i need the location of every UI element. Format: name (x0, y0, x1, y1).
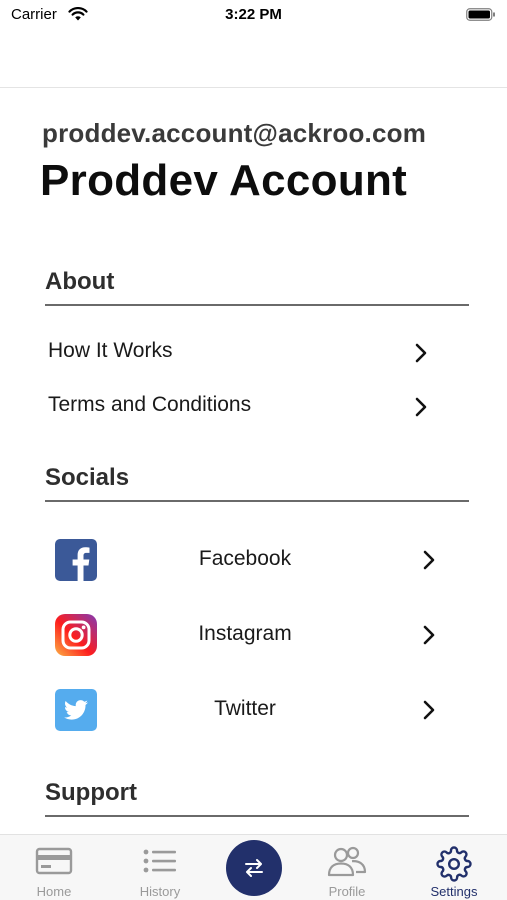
section-header-support: Support (45, 777, 469, 817)
facebook-row[interactable]: Facebook (45, 531, 445, 589)
chevron-right-icon (423, 700, 435, 720)
transfer-button[interactable] (226, 840, 282, 896)
status-bar: Carrier 3:22 PM (0, 0, 507, 30)
terms-and-conditions-label: Terms and Conditions (48, 393, 252, 416)
section-title-socials: Socials (45, 464, 130, 491)
how-it-works-label: How It Works (48, 339, 173, 362)
chevron-right-icon (423, 550, 435, 570)
instagram-label: Instagram (198, 622, 292, 645)
section-title-support: Support (45, 779, 137, 806)
twitter-label: Twitter (214, 697, 276, 720)
gear-icon (436, 846, 472, 882)
instagram-row[interactable]: Instagram (45, 606, 445, 664)
twitter-row[interactable]: Twitter (45, 681, 445, 739)
section-header-about: About (45, 266, 469, 306)
instagram-logo-icon (55, 614, 97, 656)
section-title-about: About (45, 268, 115, 295)
tab-history-label: History (139, 884, 181, 899)
card-icon (35, 847, 73, 875)
account-email: proddev.account@ackroo.com (42, 118, 427, 148)
account-name: Proddev Account (40, 156, 408, 205)
chevron-right-icon (415, 343, 427, 363)
battery-icon (466, 8, 495, 21)
tab-settings-label: Settings (430, 884, 478, 899)
section-header-socials: Socials (45, 462, 469, 502)
terms-and-conditions-row[interactable]: Terms and Conditions (45, 384, 445, 428)
tab-home[interactable]: Home (4, 835, 104, 900)
tab-history[interactable]: History (110, 835, 210, 900)
users-icon (327, 846, 367, 877)
tab-home-label: Home (36, 884, 72, 899)
tab-settings[interactable]: Settings (404, 835, 504, 900)
chevron-right-icon (415, 397, 427, 417)
tab-profile[interactable]: Profile (297, 835, 397, 900)
how-it-works-row[interactable]: How It Works (45, 330, 445, 374)
facebook-logo-icon (55, 539, 97, 581)
facebook-label: Facebook (198, 547, 292, 570)
status-time: 3:22 PM (225, 6, 282, 23)
list-icon (143, 849, 176, 873)
swap-arrows-icon (245, 859, 263, 877)
navigation-bar (0, 30, 507, 88)
twitter-logo-icon (55, 689, 97, 731)
tab-profile-label: Profile (328, 884, 366, 899)
chevron-right-icon (423, 625, 435, 645)
